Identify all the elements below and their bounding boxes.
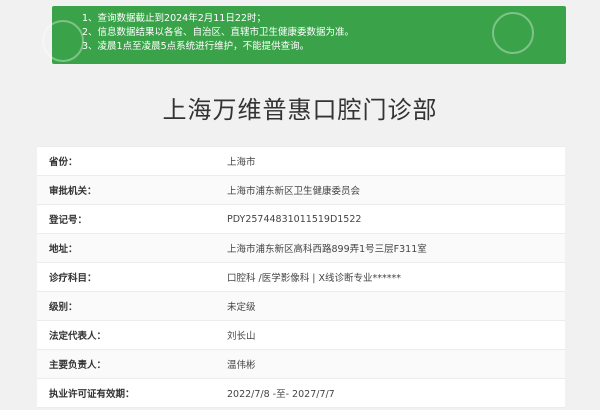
row-label: 登记号： [49, 215, 88, 226]
row-label: 法定代表人： [49, 331, 107, 342]
table-row: 主要负责人： 温伟彬 [37, 350, 565, 379]
row-value: 上海市浦东新区高科西路899弄1号三层F311室 [227, 244, 427, 255]
watermark-logo-icon [42, 20, 84, 62]
row-value: 2022/7/8 -至- 2027/7/7 [227, 389, 335, 400]
row-label: 地址： [49, 244, 78, 255]
row-value: 未定级 [227, 302, 256, 313]
row-value: 口腔科 /医学影像科 | X线诊断专业****** [227, 273, 401, 284]
row-label: 级别： [49, 302, 78, 313]
row-value: 上海市 [227, 157, 256, 168]
table-row: 省份： 上海市 [37, 147, 565, 176]
table-row: 诊疗科目： 口腔科 /医学影像科 | X线诊断专业****** [37, 263, 565, 292]
watermark-logo-icon [492, 12, 534, 54]
page-title: 上海万维普惠口腔门诊部 [162, 96, 438, 124]
row-label: 审批机关： [49, 186, 97, 197]
table-row: 审批机关： 上海市浦东新区卫生健康委员会 [37, 176, 565, 205]
row-label: 主要负责人： [49, 360, 107, 371]
table-row: 登记号： PDY25744831011519D1522 [37, 205, 565, 234]
table-row: 执业许可证有效期： 2022/7/8 -至- 2027/7/7 [37, 379, 565, 408]
table-row: 法定代表人： 刘长山 [37, 321, 565, 350]
table-row: 地址： 上海市浦东新区高科西路899弄1号三层F311室 [37, 234, 565, 263]
row-label: 执业许可证有效期： [49, 389, 135, 400]
row-label: 诊疗科目： [49, 273, 97, 284]
table-row: 级别： 未定级 [37, 292, 565, 321]
row-value: 上海市浦东新区卫生健康委员会 [227, 186, 361, 197]
notice-banner: 1、查询数据截止到2024年2月11日22时； 2、信息数据结果以各省、自治区、… [42, 6, 566, 64]
info-table: 省份： 上海市 审批机关： 上海市浦东新区卫生健康委员会 登记号： PDY257… [37, 146, 565, 408]
row-value: 温伟彬 [227, 360, 256, 371]
row-value: PDY25744831011519D1522 [227, 213, 362, 225]
row-value: 刘长山 [227, 331, 256, 342]
row-label: 省份： [49, 157, 78, 168]
